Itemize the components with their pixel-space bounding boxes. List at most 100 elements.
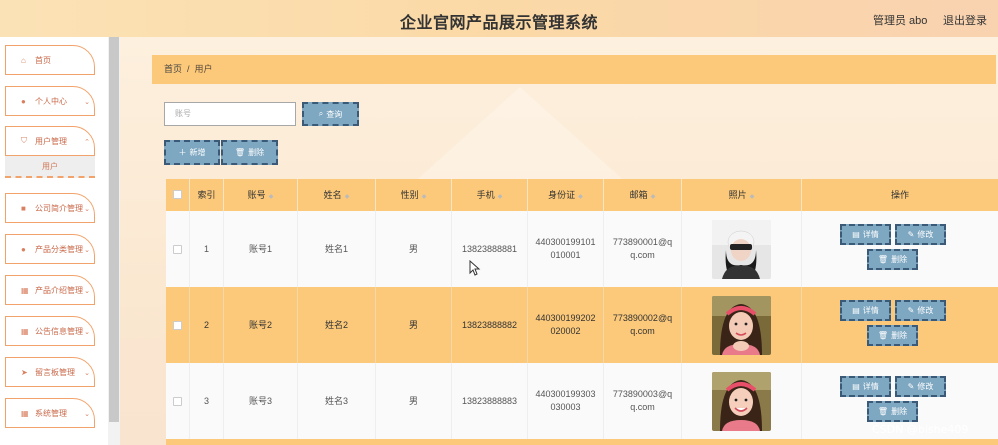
col-actions: 操作 — [890, 190, 909, 200]
sidebar-item-home[interactable]: ⌂ 首页 — [5, 45, 95, 75]
sidebar-item-label: 首页 — [35, 55, 51, 65]
header-checkbox-cell[interactable] — [166, 179, 190, 211]
grid-icon: ▦ — [21, 326, 29, 336]
grid-icon: ▦ — [21, 408, 29, 418]
cell-account: 账号2 — [224, 287, 298, 363]
sidebar-item-announcements[interactable]: ▦ 公告信息管理 ⌄ — [5, 316, 95, 346]
sidebar: ⌂ 首页 ● 个人中心 ⌄ ⛉ 用户管理 ⌃ 用户 ■ 公司简介管理 ⌄ ● 产… — [0, 37, 108, 445]
info-icon: ▤ — [852, 382, 860, 391]
col-email[interactable]: 邮箱 ◆ — [604, 179, 682, 211]
sidebar-item-label: 公司简介管理 — [35, 203, 83, 213]
row-checkbox[interactable] — [173, 320, 182, 330]
add-button[interactable]: ＋ 新增 — [164, 140, 220, 165]
cell-phone: 13823888883 — [452, 363, 528, 439]
trash-icon: 🗑 — [877, 407, 889, 416]
chevron-down-icon: ⌄ — [84, 370, 90, 377]
sidebar-item-user-management[interactable]: ⛉ 用户管理 ⌃ — [5, 126, 95, 156]
sort-icon: ◆ — [749, 194, 755, 200]
logout-link[interactable]: 退出登录 — [943, 12, 987, 28]
cell-index: 2 — [190, 287, 224, 363]
sidebar-item-label: 产品介绍管理 — [35, 285, 83, 295]
col-gender[interactable]: 性别 ◆ — [376, 179, 452, 211]
plus-icon: ＋ — [178, 148, 187, 157]
edit-icon: ✎ — [907, 382, 915, 391]
delete-button[interactable]: 🗑 删除 — [867, 325, 918, 346]
add-button-label: 新增 — [189, 148, 206, 157]
cell-account: 账号3 — [224, 363, 298, 439]
sort-icon: ◆ — [497, 194, 503, 200]
cell-email: 773890001@qq.com — [604, 211, 682, 287]
user-photo — [712, 295, 771, 355]
book-icon: ■ — [21, 203, 26, 213]
home-icon: ⌂ — [21, 55, 26, 65]
cell-id-card: 440300199303030003 — [528, 363, 604, 439]
delete-button[interactable]: 🗑 删除 — [867, 249, 918, 270]
sidebar-item-message-board[interactable]: ➤ 留言板管理 ⌄ — [5, 357, 95, 387]
trash-icon: 🗑 — [877, 255, 889, 264]
query-button-label: 查询 — [326, 109, 343, 119]
sidebar-item-product-intro[interactable]: ▦ 产品介绍管理 ⌄ — [5, 275, 95, 305]
detail-button[interactable]: ▤ 详情 — [840, 224, 891, 245]
cell-index: 3 — [190, 363, 224, 439]
breadcrumb: 首页 / 用户 — [152, 55, 996, 84]
chevron-down-icon: ⌄ — [84, 247, 90, 254]
cell-name: 姓名3 — [298, 363, 376, 439]
sidebar-item-company-profile[interactable]: ■ 公司简介管理 ⌄ — [5, 193, 95, 223]
cell-id-card: 440300199202020002 — [528, 287, 604, 363]
sidebar-item-personal-center[interactable]: ● 个人中心 ⌄ — [5, 86, 95, 116]
sidebar-scrollbar[interactable] — [108, 37, 120, 445]
chevron-up-icon: ⌃ — [84, 139, 90, 146]
send-icon: ➤ — [21, 367, 28, 377]
col-name[interactable]: 姓名 ◆ — [298, 179, 376, 211]
table-row[interactable]: 2 账号2 姓名2 男 13823888882 4403001992020200… — [166, 287, 998, 363]
sidebar-subitem-users[interactable]: 用户 — [5, 156, 95, 178]
delete-button-label: 删除 — [248, 148, 265, 157]
cell-gender: 男 — [376, 211, 452, 287]
row-checkbox[interactable] — [173, 396, 182, 406]
cell-email: 773890002@qq.com — [604, 287, 682, 363]
sort-icon: ◆ — [268, 194, 274, 200]
sidebar-item-product-category[interactable]: ● 产品分类管理 ⌄ — [5, 234, 95, 264]
table-row — [166, 439, 998, 445]
scrollbar-thumb[interactable] — [109, 37, 119, 422]
select-all-checkbox[interactable] — [173, 190, 182, 199]
trash-icon: 🗑 — [877, 331, 889, 340]
mouse-cursor-icon — [469, 260, 481, 276]
edit-button[interactable]: ✎ 修改 — [895, 224, 946, 245]
col-account[interactable]: 账号 ◆ — [224, 179, 298, 211]
chevron-down-icon: ⌄ — [84, 329, 90, 336]
cell-gender: 男 — [376, 287, 452, 363]
breadcrumb-separator: / — [187, 64, 190, 74]
edit-button[interactable]: ✎ 修改 — [895, 376, 946, 397]
account-search-input[interactable]: 账号 — [164, 102, 296, 126]
trash-icon: 🗑 — [234, 148, 246, 157]
chevron-down-icon: ⌄ — [84, 288, 90, 295]
sort-icon: ◆ — [650, 194, 656, 200]
col-id-card[interactable]: 身份证 ◆ — [528, 179, 604, 211]
cell-name: 姓名1 — [298, 211, 376, 287]
sidebar-item-label: 公告信息管理 — [35, 326, 83, 336]
top-header: 企业官网产品展示管理系统 管理员 abo 退出登录 — [0, 0, 998, 37]
col-phone[interactable]: 手机 ◆ — [452, 179, 528, 211]
watermark: CSDN @bishe409 — [872, 423, 969, 436]
query-button[interactable]: ⌕ 查询 — [302, 102, 359, 126]
edit-icon: ✎ — [907, 306, 915, 315]
batch-delete-button[interactable]: 🗑 删除 — [221, 140, 278, 165]
detail-button[interactable]: ▤ 详情 — [840, 300, 891, 321]
delete-button[interactable]: 🗑 删除 — [867, 401, 918, 422]
sidebar-item-system[interactable]: ▦ 系统管理 ⌄ — [5, 398, 95, 428]
info-icon: ▤ — [852, 230, 860, 239]
col-index: 索引 — [190, 179, 224, 211]
user-photo — [712, 219, 771, 279]
edit-icon: ✎ — [907, 230, 915, 239]
detail-button[interactable]: ▤ 详情 — [840, 376, 891, 397]
user-photo — [712, 371, 771, 431]
breadcrumb-home[interactable]: 首页 — [164, 64, 182, 74]
sidebar-item-label: 用户管理 — [35, 136, 67, 146]
shield-icon: ⛉ — [21, 136, 27, 145]
table-row[interactable]: 1 账号1 姓名1 男 13823888881 4403001991010100… — [166, 211, 998, 287]
row-checkbox[interactable] — [173, 244, 182, 254]
app-title: 企业官网产品展示管理系统 — [399, 13, 598, 32]
col-photo[interactable]: 照片 ◆ — [682, 179, 802, 211]
edit-button[interactable]: ✎ 修改 — [895, 300, 946, 321]
